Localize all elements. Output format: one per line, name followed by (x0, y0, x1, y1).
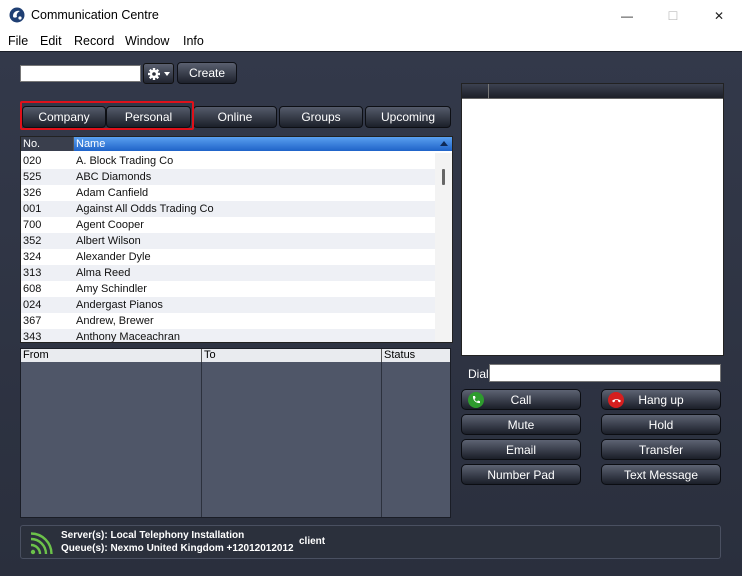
hang-up-button[interactable]: Hang up (601, 389, 721, 410)
signal-icon (30, 532, 53, 555)
column-divider (381, 362, 382, 517)
column-header-status[interactable]: Status (382, 349, 450, 362)
table-row[interactable]: 608 Amy Schindler (21, 281, 435, 297)
menu-info[interactable]: Info (183, 34, 204, 48)
scrollbar-thumb[interactable] (442, 169, 445, 185)
contact-name: Andergast Pianos (76, 299, 163, 311)
hang-up-icon (608, 392, 624, 408)
column-divider (201, 362, 202, 517)
contact-number: 525 (23, 171, 42, 183)
contact-number: 352 (23, 235, 42, 247)
contact-number: 313 (23, 267, 42, 279)
hold-button[interactable]: Hold (601, 414, 721, 435)
contact-name: Anthony Maceachran (76, 331, 180, 343)
contact-list-scrollbar[interactable] (435, 153, 452, 342)
transfer-button[interactable]: Transfer (601, 439, 721, 460)
queue-status-text: Queue(s): Nexmo United Kingdom +12012012… (61, 543, 294, 554)
call-button[interactable]: Call (461, 389, 581, 410)
table-row[interactable]: 367 Andrew, Brewer (21, 313, 435, 329)
title-bar: Communication Centre — ☐ ✕ (0, 0, 742, 31)
sort-ascending-icon (440, 141, 448, 146)
contact-name: Alma Reed (76, 267, 131, 279)
table-row[interactable]: 313 Alma Reed (21, 265, 435, 281)
contact-list: No. Name 020 A. Block Trading Co 525 ABC Di… (20, 136, 453, 343)
active-calls-list (461, 83, 724, 356)
menu-file[interactable]: File (8, 34, 28, 48)
settings-menu-button[interactable] (143, 63, 174, 84)
contact-number: 367 (23, 315, 42, 327)
contact-number: 001 (23, 203, 42, 215)
number-pad-button[interactable]: Number Pad (461, 464, 581, 485)
table-row[interactable]: 525 ABC Diamonds (21, 169, 435, 185)
maximize-button[interactable]: ☐ (650, 0, 696, 31)
column-header-to[interactable]: To (202, 349, 382, 362)
minimize-button[interactable]: — (604, 0, 650, 31)
menu-window[interactable]: Window (125, 34, 169, 48)
maximize-icon: ☐ (667, 8, 679, 23)
hang-up-button-label: Hang up (638, 392, 684, 407)
contact-number: 324 (23, 251, 42, 263)
contact-name: Against All Odds Trading Co (76, 203, 214, 215)
status-bar: Server(s): Local Telephony Installation … (20, 525, 721, 559)
dial-input[interactable] (489, 364, 721, 382)
contact-number: 608 (23, 283, 42, 295)
column-header-from[interactable]: From (21, 349, 202, 362)
column-header-name-label: Name (76, 138, 106, 150)
tab-personal[interactable]: Personal (106, 106, 191, 128)
contact-number: 020 (23, 155, 42, 167)
active-calls-header (462, 84, 723, 99)
contact-number: 700 (23, 219, 42, 231)
table-row[interactable]: 352 Albert Wilson (21, 233, 435, 249)
close-icon: ✕ (713, 8, 725, 23)
main-panel: Create Company Personal Online Groups Up… (0, 51, 742, 576)
server-status-text: Server(s): Local Telephony Installation (61, 530, 245, 541)
contact-name: Adam Canfield (76, 187, 149, 199)
column-header-no[interactable]: No. (21, 137, 74, 151)
column-header-name[interactable]: Name (74, 137, 452, 151)
contact-number: 343 (23, 331, 42, 343)
minimize-icon: — (621, 8, 633, 23)
dial-label: Dial (468, 367, 489, 381)
menu-edit[interactable]: Edit (40, 34, 62, 48)
contact-name: A. Block Trading Co (76, 155, 174, 167)
window-title: Communication Centre (31, 8, 159, 22)
contact-list-header: No. Name (21, 137, 452, 151)
table-row[interactable]: 326 Adam Canfield (21, 185, 435, 201)
table-row[interactable]: 001 Against All Odds Trading Co (21, 201, 435, 217)
tab-groups[interactable]: Groups (279, 106, 363, 128)
tab-upcoming[interactable]: Upcoming (365, 106, 451, 128)
client-status-text: client (299, 536, 326, 547)
contact-name: Alexander Dyle (76, 251, 151, 263)
text-message-button[interactable]: Text Message (601, 464, 721, 485)
contact-name: ABC Diamonds (76, 171, 152, 183)
table-row[interactable]: 700 Agent Cooper (21, 217, 435, 233)
contact-number: 326 (23, 187, 42, 199)
contact-name: Agent Cooper (76, 219, 144, 231)
table-row[interactable]: 324 Alexander Dyle (21, 249, 435, 265)
tab-company[interactable]: Company (22, 106, 106, 128)
app-logo-icon (9, 7, 25, 23)
contact-name: Andrew, Brewer (76, 315, 154, 327)
call-button-label: Call (510, 392, 532, 407)
table-row[interactable]: 020 A. Block Trading Co (21, 153, 435, 169)
gear-icon (147, 67, 170, 80)
close-button[interactable]: ✕ (696, 0, 742, 31)
table-row[interactable]: 343 Anthony Maceachran (21, 329, 435, 343)
contact-name: Albert Wilson (76, 235, 141, 247)
calls-table: From To Status (20, 348, 451, 518)
contact-number: 024 (23, 299, 42, 311)
chevron-down-icon (163, 71, 170, 76)
contact-name: Amy Schindler (76, 283, 147, 295)
mute-button[interactable]: Mute (461, 414, 581, 435)
column-divider (488, 84, 489, 99)
menu-bar: File Edit Record Window Info (0, 31, 742, 51)
phone-icon (468, 392, 484, 408)
tab-online[interactable]: Online (193, 106, 277, 128)
search-input[interactable] (20, 65, 141, 82)
table-row[interactable]: 024 Andergast Pianos (21, 297, 435, 313)
create-button[interactable]: Create (177, 62, 237, 84)
contact-rows: 020 A. Block Trading Co 525 ABC Diamonds 326… (21, 153, 435, 343)
email-button[interactable]: Email (461, 439, 581, 460)
menu-record[interactable]: Record (74, 34, 114, 48)
